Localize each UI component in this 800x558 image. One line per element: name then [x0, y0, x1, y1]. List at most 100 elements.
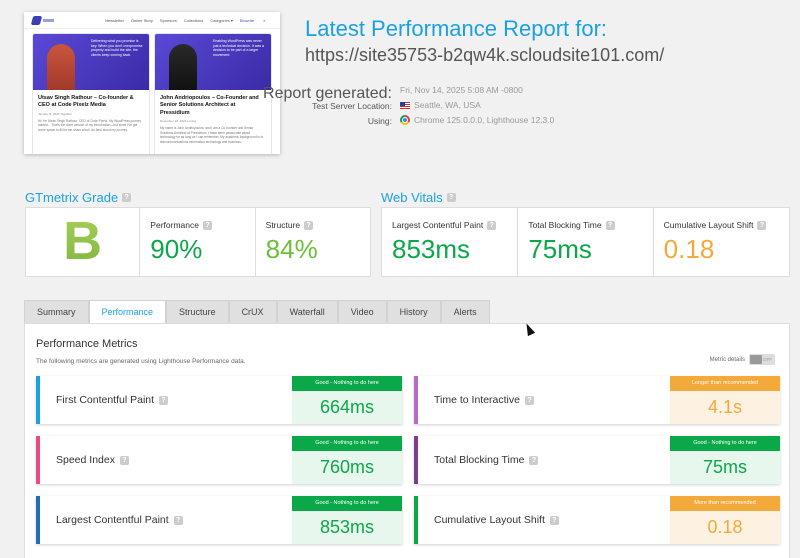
vital-lcp-label: Largest Contentful Paint	[392, 220, 484, 230]
help-icon[interactable]: ?	[202, 220, 212, 230]
hero-quote: Enabling WordPress was never just a tech…	[213, 39, 264, 57]
article-hero-image: Enabling WordPress was never just a tech…	[155, 34, 271, 90]
metric-status-tag: Longer than recommended	[670, 376, 780, 391]
vital-cls-value: 0.18	[663, 234, 715, 264]
metric-badge: Longer than recommended 4.1s	[670, 376, 780, 424]
performance-score-label: Performance	[150, 220, 199, 230]
server-location-label: Test Server Location:	[312, 101, 392, 111]
thumbnail-nav: Newsletter Online Story Sponsors Collect…	[24, 12, 280, 29]
tab-summary[interactable]: Summary	[24, 300, 89, 323]
report-tabs: Summary Performance Structure CrUX Water…	[24, 300, 490, 323]
help-icon[interactable]: ?	[529, 455, 539, 465]
vital-cls-label: Cumulative Layout Shift	[663, 220, 754, 230]
report-title: Latest Performance Report for:	[305, 16, 608, 41]
article-title: Utsav Singh Rathour – Co-founder & CEO a…	[38, 95, 134, 109]
metric-badge: Good - Nothing to do here 75ms	[670, 436, 780, 484]
article-meta: January 8, 2025 Together	[38, 111, 72, 116]
metric-card-cls: Cumulative Layout Shift? More than recom…	[414, 496, 780, 544]
help-icon[interactable]: ?	[605, 220, 615, 230]
us-flag-icon	[400, 101, 410, 109]
metric-label: Time to Interactive	[434, 394, 520, 406]
help-icon[interactable]: ?	[487, 220, 497, 230]
metric-label: First Contentful Paint	[56, 394, 155, 406]
thumbnail-article-card: Delivering what you promise is key. When…	[32, 33, 150, 154]
article-excerpt: My name is John Andriopoulos, and I am a…	[160, 126, 264, 144]
metric-badge: Good - Nothing to do here 760ms	[292, 436, 402, 484]
gtmetrix-grade-panel: B Performance? 90% Structure? 84%	[25, 207, 371, 277]
metric-label: Total Blocking Time	[434, 454, 525, 466]
tab-history[interactable]: History	[386, 300, 441, 323]
metric-status-tag: Good - Nothing to do here	[670, 436, 780, 451]
metric-details-label: Metric details	[709, 356, 745, 363]
tab-structure[interactable]: Structure	[166, 300, 229, 323]
chrome-icon	[400, 115, 410, 125]
using-value: Chrome 125.0.0.0, Lighthouse 12.3.0	[400, 115, 554, 125]
report-url[interactable]: https://site35753-b2qw4k.scloudsite101.c…	[305, 45, 664, 66]
help-icon[interactable]: ?	[304, 220, 314, 230]
metric-status-tag: More than recommended	[670, 496, 780, 511]
metric-card-tti: Time to Interactive? Longer than recomme…	[414, 376, 780, 424]
page-screenshot-thumbnail[interactable]: Newsletter Online Story Sponsors Collect…	[24, 12, 280, 154]
metric-badge: Good - Nothing to do here 664ms	[292, 376, 402, 424]
metric-value: 75ms	[670, 451, 780, 484]
person-photo	[47, 44, 75, 90]
metric-status-tag: Good - Nothing to do here	[292, 496, 402, 511]
using-label: Using:	[367, 116, 392, 126]
vital-tbt-label: Total Blocking Time	[528, 220, 602, 230]
vital-cls-cell: Cumulative Layout Shift? 0.18	[652, 208, 789, 276]
performance-metrics-title: Performance Metrics	[36, 338, 138, 350]
metric-badge: Good - Nothing to do here 853ms	[292, 496, 402, 544]
thumbnail-nav-item: Newsletter	[105, 17, 124, 23]
help-icon[interactable]: ?	[446, 193, 456, 202]
metric-card-tbt: Total Blocking Time? Good - Nothing to d…	[414, 436, 780, 484]
metric-value: 664ms	[292, 391, 402, 424]
site-logo	[30, 15, 54, 25]
metric-card-fcp: First Contentful Paint? Good - Nothing t…	[36, 376, 402, 424]
server-location-value: Seattle, WA, USA	[400, 100, 481, 110]
web-vitals-heading: Web Vitals?	[381, 190, 456, 205]
help-icon[interactable]: ?	[524, 395, 534, 405]
article-hero-image: Delivering what you promise is key. When…	[33, 34, 149, 90]
tab-waterfall[interactable]: Waterfall	[276, 300, 338, 323]
article-excerpt: Hi! I'm Utsav Singh Rathour, CEO of Code…	[38, 118, 142, 132]
tab-performance[interactable]: Performance	[88, 300, 167, 323]
metric-value: 760ms	[292, 451, 402, 484]
person-photo	[169, 44, 197, 90]
metric-badge: More than recommended 0.18	[670, 496, 780, 544]
performance-score-cell: Performance? 90%	[139, 208, 254, 276]
grade-cell: B	[26, 208, 139, 276]
vital-lcp-value: 853ms	[392, 234, 471, 264]
metric-card-speed-index: Speed Index? Good - Nothing to do here 7…	[36, 436, 402, 484]
metric-details-toggle[interactable]: OFF	[749, 354, 775, 365]
thumbnail-nav-item: Collections	[183, 17, 204, 23]
help-icon[interactable]: ?	[173, 515, 183, 525]
metric-value: 0.18	[670, 511, 780, 544]
metric-label: Cumulative Layout Shift	[434, 514, 545, 526]
metric-value: 853ms	[292, 511, 402, 544]
help-icon[interactable]: ?	[757, 220, 767, 230]
thumbnail-nav-item: Sponsors	[159, 17, 177, 23]
grade-letter: B	[26, 210, 139, 272]
help-icon[interactable]: ?	[122, 193, 132, 202]
tab-crux[interactable]: CrUX	[228, 300, 277, 323]
thumbnail-nav-item: Biowrite	[239, 17, 255, 23]
vital-tbt-cell: Total Blocking Time? 75ms	[517, 208, 652, 276]
web-vitals-panel: Largest Contentful Paint? 853ms Total Bl…	[381, 207, 790, 277]
help-icon[interactable]: ?	[549, 515, 559, 525]
metric-details-toggle-group: Metric details OFF	[710, 354, 775, 365]
structure-score-cell: Structure? 84%	[254, 208, 370, 276]
gtmetrix-grade-heading: GTmetrix Grade?	[25, 190, 132, 205]
help-icon[interactable]: ?	[119, 455, 129, 465]
search-icon: ⌕	[263, 17, 266, 23]
vital-tbt-value: 75ms	[528, 234, 592, 264]
metric-label: Speed Index	[56, 454, 115, 466]
metric-card-lcp: Largest Contentful Paint? Good - Nothing…	[36, 496, 402, 544]
tab-video[interactable]: Video	[337, 300, 387, 323]
thumbnail-nav-item: Categories ▾	[210, 17, 233, 23]
metric-status-tag: Good - Nothing to do here	[292, 436, 402, 451]
metric-label: Largest Contentful Paint	[56, 514, 169, 526]
tab-alerts[interactable]: Alerts	[440, 300, 490, 323]
vital-lcp-cell: Largest Contentful Paint? 853ms	[382, 208, 517, 276]
help-icon[interactable]: ?	[159, 395, 169, 405]
metric-status-tag: Good - Nothing to do here	[292, 376, 402, 391]
